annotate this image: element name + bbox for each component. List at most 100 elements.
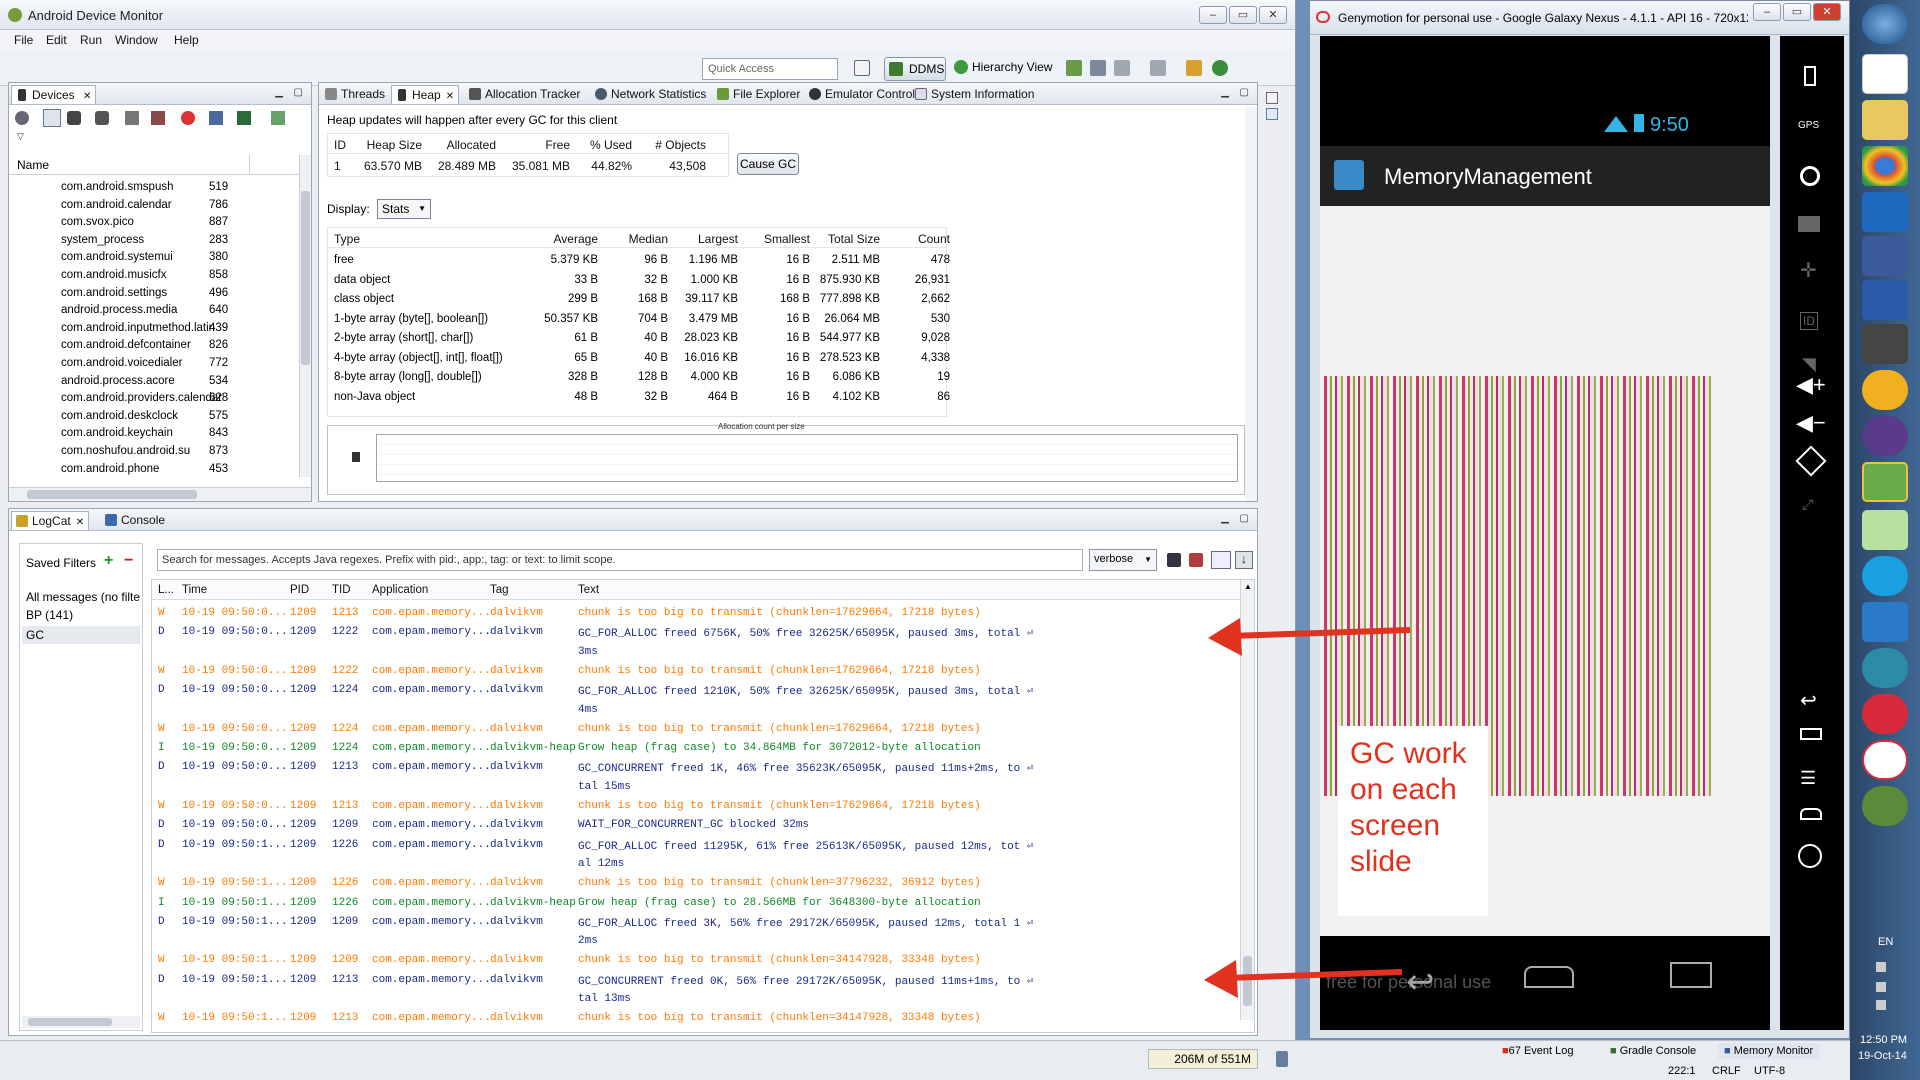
back-button-icon[interactable]: ↩ [1800,688,1817,713]
device-process-row[interactable]: com.android.voicedialer 772 [9,355,299,373]
type-row[interactable]: 2-byte array (short[], char[]) 9,028 544.9… [328,330,950,349]
tab-devices[interactable]: Devices ✕ [11,85,97,104]
log-row[interactable]: D 10-19 09:50:1... 1209 1226 com.epam.memory… [152,836,1242,855]
device-process-row[interactable]: system_process 283 [9,232,299,250]
menu-icon[interactable]: ☰ [1800,768,1816,789]
power-icon[interactable] [1798,844,1822,868]
type-col-header[interactable]: Smallest [764,232,810,246]
hierarchy-view-button[interactable]: Hierarchy View [952,60,1052,74]
tab-network-statistics[interactable]: Network Statistics [591,85,710,104]
filters-hscroll-thumb[interactable] [28,1018,112,1026]
dump-view-hierarchy-icon[interactable] [237,111,251,125]
quick-access-input[interactable]: Quick Access [702,58,838,80]
open-perspective-icon[interactable] [854,60,870,76]
toolbar-icon-5[interactable] [1186,60,1202,76]
eclipse-icon[interactable] [1862,416,1908,456]
maximize-panel-icon[interactable]: ▢ [1240,87,1249,98]
log-row[interactable]: W 10-19 09:50:0... 1209 1213 com.epam.memory… [152,604,1242,623]
log-row[interactable]: D 10-19 09:50:0... 1209 1213 com.epam.memory… [152,758,1242,777]
type-col-header[interactable]: Total Size [828,232,880,246]
log-row[interactable]: W 10-19 09:50:0... 1209 1222 com.epam.memory… [152,662,1242,681]
device-process-row[interactable]: com.noshufou.android.su 873 [9,443,299,461]
home-icon[interactable] [1524,966,1574,988]
log-row[interactable]: 2ms [152,932,1242,951]
menu-run[interactable]: Run [80,33,102,47]
android-studio-icon[interactable] [1862,462,1908,502]
close-button[interactable]: ✕ [1259,6,1287,24]
chrome-icon[interactable] [1862,146,1908,186]
toolbar-icon-2[interactable] [1090,60,1106,76]
maximize-button[interactable]: ▭ [1229,6,1257,24]
gradle-console-tab[interactable]: ■ Gradle Console [1610,1045,1696,1057]
genymotion-player-icon[interactable] [1862,740,1908,780]
tray-icon-2[interactable] [1876,982,1886,992]
tab-heap[interactable]: Heap ✕ [391,85,460,104]
devices-vscrollbar[interactable] [299,155,311,477]
device-process-row[interactable]: com.android.calendar 786 [9,197,299,215]
log-row[interactable]: I 10-19 09:50:1... 1209 1226 com.epam.memory… [152,894,1242,913]
skype-icon[interactable] [1862,556,1908,596]
log-row[interactable]: I 10-19 09:50:0... 1209 1224 com.epam.memory… [152,739,1242,758]
camera-icon[interactable] [1800,166,1820,186]
device-process-row[interactable]: com.android.providers.calendar 628 [9,390,299,408]
device-process-row[interactable]: android.process.acore 534 [9,373,299,391]
cause-gc-icon[interactable] [95,111,109,125]
type-row[interactable]: non-Java object 86 4.102 KB 16 B 464 B 32 B 48… [328,389,950,408]
type-col-header[interactable]: Type [334,232,360,246]
tab-allocation-tracker[interactable]: Allocation Tracker [465,85,584,104]
log-row[interactable]: D 10-19 09:50:0... 1209 1222 com.epam.memory… [152,623,1242,642]
log-row[interactable]: W 10-19 09:50:1... 1209 1213 com.epam.memory… [152,1009,1242,1028]
volume-up-icon[interactable]: ◀+ [1796,372,1826,398]
logcat-col-header[interactable]: Application [372,584,428,596]
minimize-panel-icon[interactable]: ▁ [1221,513,1229,524]
scale-icon[interactable]: ⤢ [1802,496,1813,513]
device-process-row[interactable]: com.android.keychain 843 [9,425,299,443]
recents-icon[interactable] [1670,962,1712,988]
volume-tray-icon[interactable] [1876,1000,1886,1010]
type-row[interactable]: 1-byte array (byte[], boolean[]) 530 26.06… [328,311,950,330]
network-app-icon[interactable] [1862,648,1908,688]
ddms-perspective-button[interactable]: DDMS [884,57,946,81]
device-process-row[interactable]: com.android.defcontainer 826 [9,337,299,355]
warning-app-icon[interactable] [1862,370,1908,410]
lync-icon[interactable] [1862,602,1908,642]
dpad-icon[interactable]: ✛ [1800,258,1817,283]
tray-clock-date[interactable]: 19-Oct-14 [1858,1050,1907,1062]
log-row[interactable]: tal 15ms [152,778,1242,797]
tray-clock-time[interactable]: 12:50 PM [1860,1034,1907,1046]
tab-console[interactable]: Console [101,511,169,530]
log-row[interactable]: W 10-19 09:50:1... 1209 1226 com.epam.memory… [152,874,1242,893]
device-process-row[interactable]: com.svox.pico 887 [9,214,299,232]
start-button[interactable] [1862,4,1908,44]
home-button-icon[interactable] [1800,808,1822,820]
memory-monitor-tab[interactable]: ■ Memory Monitor [1718,1043,1820,1059]
toolbar-icon-1[interactable] [1066,60,1082,76]
device-process-row[interactable]: com.android.musicfx 858 [9,267,299,285]
app-launcher-icon[interactable] [1334,160,1364,190]
logcat-col-header[interactable]: TID [332,584,351,596]
device-process-row[interactable]: com.android.deskclock 575 [9,408,299,426]
geny-close-button[interactable]: ✕ [1813,3,1841,21]
screen-capture-icon[interactable] [209,111,223,125]
logcat-col-header[interactable]: Tag [490,584,509,596]
line-separator[interactable]: CRLF [1712,1065,1741,1077]
recent-apps-icon[interactable] [1800,728,1822,740]
debug-icon[interactable] [15,111,29,125]
add-filter-icon[interactable]: + [104,552,113,570]
toolbar-icon-6[interactable] [1212,60,1228,76]
filters-hscrollbar[interactable] [22,1016,140,1028]
log-row[interactable]: W 10-19 09:50:0... 1209 1213 com.epam.memory… [152,797,1242,816]
close-tab-icon[interactable]: ✕ [83,91,91,102]
outlook-icon[interactable] [1862,192,1908,232]
type-col-header[interactable]: Largest [698,232,738,246]
scroll-lock-icon[interactable]: ↓ [1235,551,1253,569]
scroll-thumb[interactable] [301,191,310,365]
encoding[interactable]: UTF-8 [1754,1065,1785,1077]
log-level-select[interactable]: verbose ▼ [1089,549,1157,571]
log-row[interactable]: D 10-19 09:50:1... 1209 1213 com.epam.memory… [152,971,1242,990]
menu-file[interactable]: File [14,33,33,47]
type-row[interactable]: 8-byte array (long[], double[]) 19 6.086 K… [328,369,950,388]
log-row[interactable]: W 10-19 09:50:1... 1209 1209 com.epam.memory… [152,951,1242,970]
type-row[interactable]: 4-byte array (object[], int[], float[]) 4… [328,350,950,369]
logcat-search-input[interactable]: Search for messages. Accepts Java regexe… [157,549,1083,571]
